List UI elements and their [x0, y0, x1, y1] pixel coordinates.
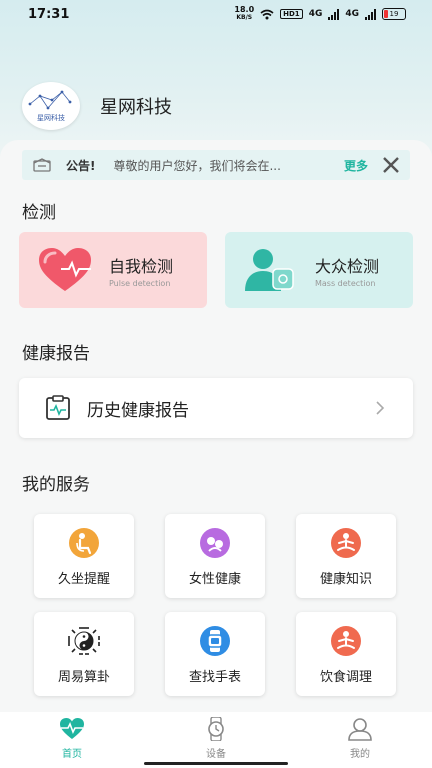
close-icon[interactable]	[382, 156, 400, 174]
signal-2-label: 4G	[345, 9, 359, 19]
clipboard-pulse-icon	[46, 395, 70, 420]
service-label: 健康知识	[319, 572, 372, 587]
heartbeat-icon	[60, 718, 84, 739]
services-section-title: 我的服务	[22, 475, 90, 495]
service-sitting-reminder[interactable]: 久坐提醒	[34, 514, 134, 598]
meditation-icon	[331, 528, 361, 558]
service-female-health[interactable]: 女性健康	[165, 514, 265, 598]
service-label: 女性健康	[188, 572, 241, 587]
service-zhouyi[interactable]: 周易算卦	[34, 612, 134, 696]
tab-mine[interactable]: 我的	[288, 712, 432, 768]
signal-1-label: 4G	[308, 9, 323, 19]
female-health-icon	[200, 528, 230, 558]
service-label: 查找手表	[188, 670, 241, 685]
status-bar: 17:31 18.0 KB/S HD1 4G 4G 19	[0, 0, 432, 30]
notice-label: 公告!	[66, 158, 96, 173]
notice-more-link[interactable]: 更多	[344, 157, 368, 174]
heart-pulse-icon	[39, 248, 91, 291]
tab-device-label: 设备	[206, 749, 226, 760]
yin-yang-icon	[68, 627, 100, 655]
mass-detect-subtitle: Mass detection	[315, 278, 376, 288]
notice-text: 尊敬的用户您好，我们将会在...	[113, 158, 281, 173]
chevron-right-icon	[376, 401, 385, 415]
self-detect-card[interactable]: 自我检测 Pulse detection	[19, 232, 207, 308]
watch-icon	[200, 626, 230, 656]
mass-detect-title: 大众检测	[315, 256, 380, 276]
service-health-knowledge[interactable]: 健康知识	[296, 514, 396, 598]
report-section-title: 健康报告	[22, 344, 90, 364]
status-time: 17:31	[28, 7, 70, 22]
notice-bar[interactable]: 公告! 尊敬的用户您好，我们将会在... 更多	[22, 150, 410, 180]
battery-icon: 19	[382, 8, 406, 20]
wifi-icon	[260, 9, 274, 19]
tab-device[interactable]: 设备	[144, 712, 288, 768]
mass-detect-card[interactable]: 大众检测 Mass detection	[225, 232, 413, 308]
detect-section-title: 检测	[22, 203, 56, 223]
user-icon	[348, 718, 372, 741]
status-icons: 18.0 KB/S HD1 4G 4G 19	[234, 6, 406, 22]
service-diet[interactable]: 饮食调理	[296, 612, 396, 696]
hd-badge: HD1	[280, 9, 303, 19]
signal-1-icon	[328, 8, 340, 20]
self-detect-title: 自我检测	[109, 256, 174, 276]
net-speed: 18.0 KB/S	[234, 5, 255, 22]
logo-text: 星网科技	[37, 114, 65, 122]
tab-mine-label: 我的	[350, 749, 370, 760]
history-report-item[interactable]: 历史健康报告	[19, 378, 413, 438]
tab-home-label: 首页	[62, 749, 82, 760]
announcement-icon	[33, 158, 51, 172]
brand-header: 星网科技 星网科技	[22, 82, 172, 130]
app-name: 星网科技	[100, 97, 172, 118]
service-label: 周易算卦	[57, 670, 110, 685]
history-report-label: 历史健康报告	[87, 400, 189, 421]
user-shield-icon	[245, 249, 294, 291]
sitting-icon	[69, 528, 99, 558]
service-label: 饮食调理	[319, 670, 372, 685]
signal-2-icon	[365, 8, 376, 20]
watch-icon	[208, 717, 224, 741]
app-logo: 星网科技	[22, 82, 80, 130]
self-detect-subtitle: Pulse detection	[109, 278, 171, 288]
bottom-navigation: 首页 设备 我的	[0, 712, 432, 768]
home-indicator[interactable]	[144, 762, 288, 765]
tab-home[interactable]: 首页	[0, 712, 144, 768]
diet-icon	[331, 626, 361, 656]
service-find-watch[interactable]: 查找手表	[165, 612, 265, 696]
service-label: 久坐提醒	[57, 572, 110, 587]
